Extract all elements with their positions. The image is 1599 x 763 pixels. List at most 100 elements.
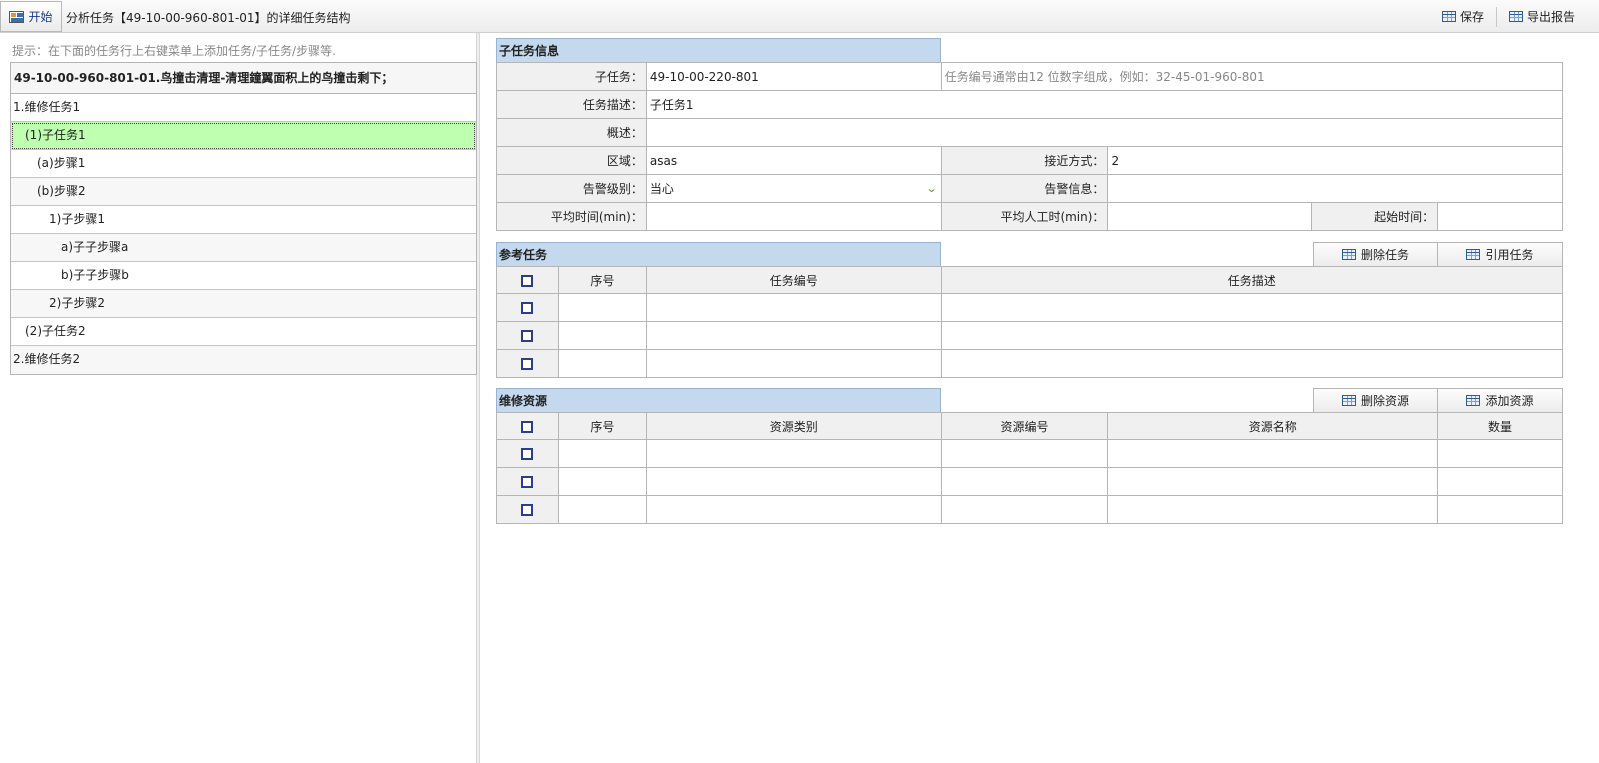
export-report-button[interactable]: 导出报告 (1495, 6, 1587, 27)
row-checkbox[interactable] (521, 476, 534, 488)
table-cell[interactable] (557, 321, 647, 350)
table-cell[interactable] (940, 321, 1564, 350)
avg-labor-label: 平均人工时(min)： (940, 202, 1109, 231)
summary-field[interactable] (645, 118, 1564, 147)
avg-labor-field[interactable] (1107, 202, 1313, 231)
row-checkbox[interactable] (521, 302, 534, 314)
start-button[interactable]: 开始 (0, 1, 62, 32)
select-all-cell (496, 266, 559, 294)
table-cell[interactable] (645, 495, 942, 524)
table-cell[interactable] (557, 439, 647, 468)
table-icon (1466, 395, 1481, 406)
tree-hint: 提示：在下面的任务行上右键菜单上添加任务/子任务/步骤等. (12, 44, 336, 58)
table-cell[interactable] (1437, 495, 1563, 524)
save-button[interactable]: 保存 (1430, 7, 1496, 27)
table-cell[interactable] (1437, 439, 1563, 468)
column-header: 资源名称 (1107, 412, 1439, 440)
table-header-row: 序号 任务编号 任务描述 (496, 266, 1564, 294)
column-header: 资源类别 (645, 412, 942, 440)
start-time-field[interactable] (1437, 202, 1563, 231)
avg-time-field[interactable] (645, 202, 942, 231)
tree-item-subtask-2[interactable]: (2)子任务2 (11, 318, 476, 346)
table-cell[interactable] (645, 293, 942, 322)
table-cell[interactable] (940, 439, 1109, 468)
resources-table: 序号 资源类别 资源编号 资源名称 数量 (496, 412, 1563, 524)
top-toolbar: 开始 分析任务【49-10-00-960-801-01】的详细任务结构 保存 导… (0, 0, 1599, 33)
column-header: 数量 (1437, 412, 1563, 440)
add-resource-label: 添加资源 (1485, 394, 1534, 408)
table-cell[interactable] (557, 467, 647, 496)
zone-field[interactable]: asas (645, 146, 942, 175)
alert-level-label: 告警级别： (496, 174, 647, 203)
export-icon (1508, 11, 1523, 22)
table-cell[interactable] (1107, 467, 1439, 496)
row-checkbox[interactable] (521, 448, 534, 460)
row-checkbox-cell (496, 439, 559, 468)
table-cell[interactable] (940, 495, 1109, 524)
tree-item-substep-1[interactable]: 1)子步骤1 (11, 206, 476, 234)
table-cell[interactable] (940, 467, 1109, 496)
select-all-checkbox[interactable] (521, 274, 534, 287)
chevron-down-icon[interactable]: ⌄ (926, 182, 938, 195)
task-desc-field[interactable]: 子任务1 (645, 90, 1564, 119)
alert-info-label: 告警信息： (940, 174, 1109, 203)
table-cell[interactable] (940, 349, 1564, 378)
alert-level-select[interactable]: 当心 ⌄ (645, 174, 942, 203)
tree-item-subtask-1[interactable]: (1)子任务1 (11, 122, 476, 150)
table-row[interactable] (496, 439, 1563, 468)
tree-item-step-b[interactable]: (b)步骤2 (11, 178, 476, 206)
table-cell[interactable] (1437, 467, 1563, 496)
table-row[interactable] (496, 321, 1564, 350)
table-cell[interactable] (557, 349, 647, 378)
table-header-row: 序号 资源类别 资源编号 资源名称 数量 (496, 412, 1563, 440)
tree-item-subsubstep-b[interactable]: b)子子步骤b (11, 262, 476, 290)
table-row[interactable] (496, 293, 1564, 322)
row-checkbox[interactable] (521, 504, 534, 516)
start-time-label: 起始时间： (1311, 202, 1439, 231)
table-row[interactable] (496, 349, 1564, 378)
row-checkbox-cell (496, 349, 559, 378)
table-cell[interactable] (1107, 439, 1439, 468)
subtask-number-hint: 任务编号通常由12 位数字组成，例如：32-45-01-960-801 (940, 62, 1564, 91)
column-header: 资源编号 (940, 412, 1109, 440)
tree-item-step-a[interactable]: (a)步骤1 (11, 150, 476, 178)
subtask-form: 子任务： 49-10-00-220-801 任务编号通常由12 位数字组成，例如… (496, 62, 1564, 231)
subtask-value[interactable]: 49-10-00-220-801 (645, 62, 942, 91)
tree-item-maintenance-task-1[interactable]: 1.维修任务1 (11, 94, 476, 122)
resources-header: 维修资源 (496, 388, 941, 413)
table-row[interactable] (496, 467, 1563, 496)
table-cell[interactable] (645, 439, 942, 468)
tree-root[interactable]: 49-10-00-960-801-01.鸟撞击清理-清理鐘翼面积上的鸟撞击剩下； (11, 63, 476, 94)
tree-item-subsubstep-a[interactable]: a)子子步骤a (11, 234, 476, 262)
start-button-label: 开始 (28, 10, 53, 24)
subtask-label: 子任务： (496, 62, 647, 91)
column-header: 序号 (557, 266, 647, 294)
table-cell[interactable] (645, 321, 942, 350)
column-header: 序号 (557, 412, 647, 440)
delete-task-button[interactable]: 删除任务 (1313, 242, 1438, 267)
table-cell[interactable] (645, 349, 942, 378)
tree-item-substep-2[interactable]: 2)子步骤2 (11, 290, 476, 318)
table-cell[interactable] (940, 293, 1564, 322)
row-checkbox[interactable] (521, 358, 534, 370)
ref-tasks-table: 序号 任务编号 任务描述 (496, 266, 1564, 378)
page-title: 分析任务【49-10-00-960-801-01】的详细任务结构 (66, 11, 351, 25)
table-cell[interactable] (1107, 495, 1439, 524)
alert-info-field[interactable] (1107, 174, 1563, 203)
quote-task-button[interactable]: 引用任务 (1437, 242, 1563, 267)
access-method-field[interactable]: 2 (1107, 146, 1563, 175)
row-checkbox[interactable] (521, 330, 534, 342)
table-cell[interactable] (557, 293, 647, 322)
select-all-checkbox[interactable] (521, 420, 534, 433)
row-checkbox-cell (496, 321, 559, 350)
table-cell[interactable] (557, 495, 647, 524)
save-button-label: 保存 (1459, 10, 1484, 24)
table-icon (1341, 249, 1356, 260)
add-resource-button[interactable]: 添加资源 (1437, 388, 1563, 413)
delete-resource-button[interactable]: 删除资源 (1313, 388, 1438, 413)
table-row[interactable] (496, 495, 1563, 524)
tree-item-maintenance-task-2[interactable]: 2.维修任务2 (11, 346, 476, 374)
row-checkbox-cell (496, 467, 559, 496)
table-cell[interactable] (645, 467, 942, 496)
row-checkbox-cell (496, 495, 559, 524)
